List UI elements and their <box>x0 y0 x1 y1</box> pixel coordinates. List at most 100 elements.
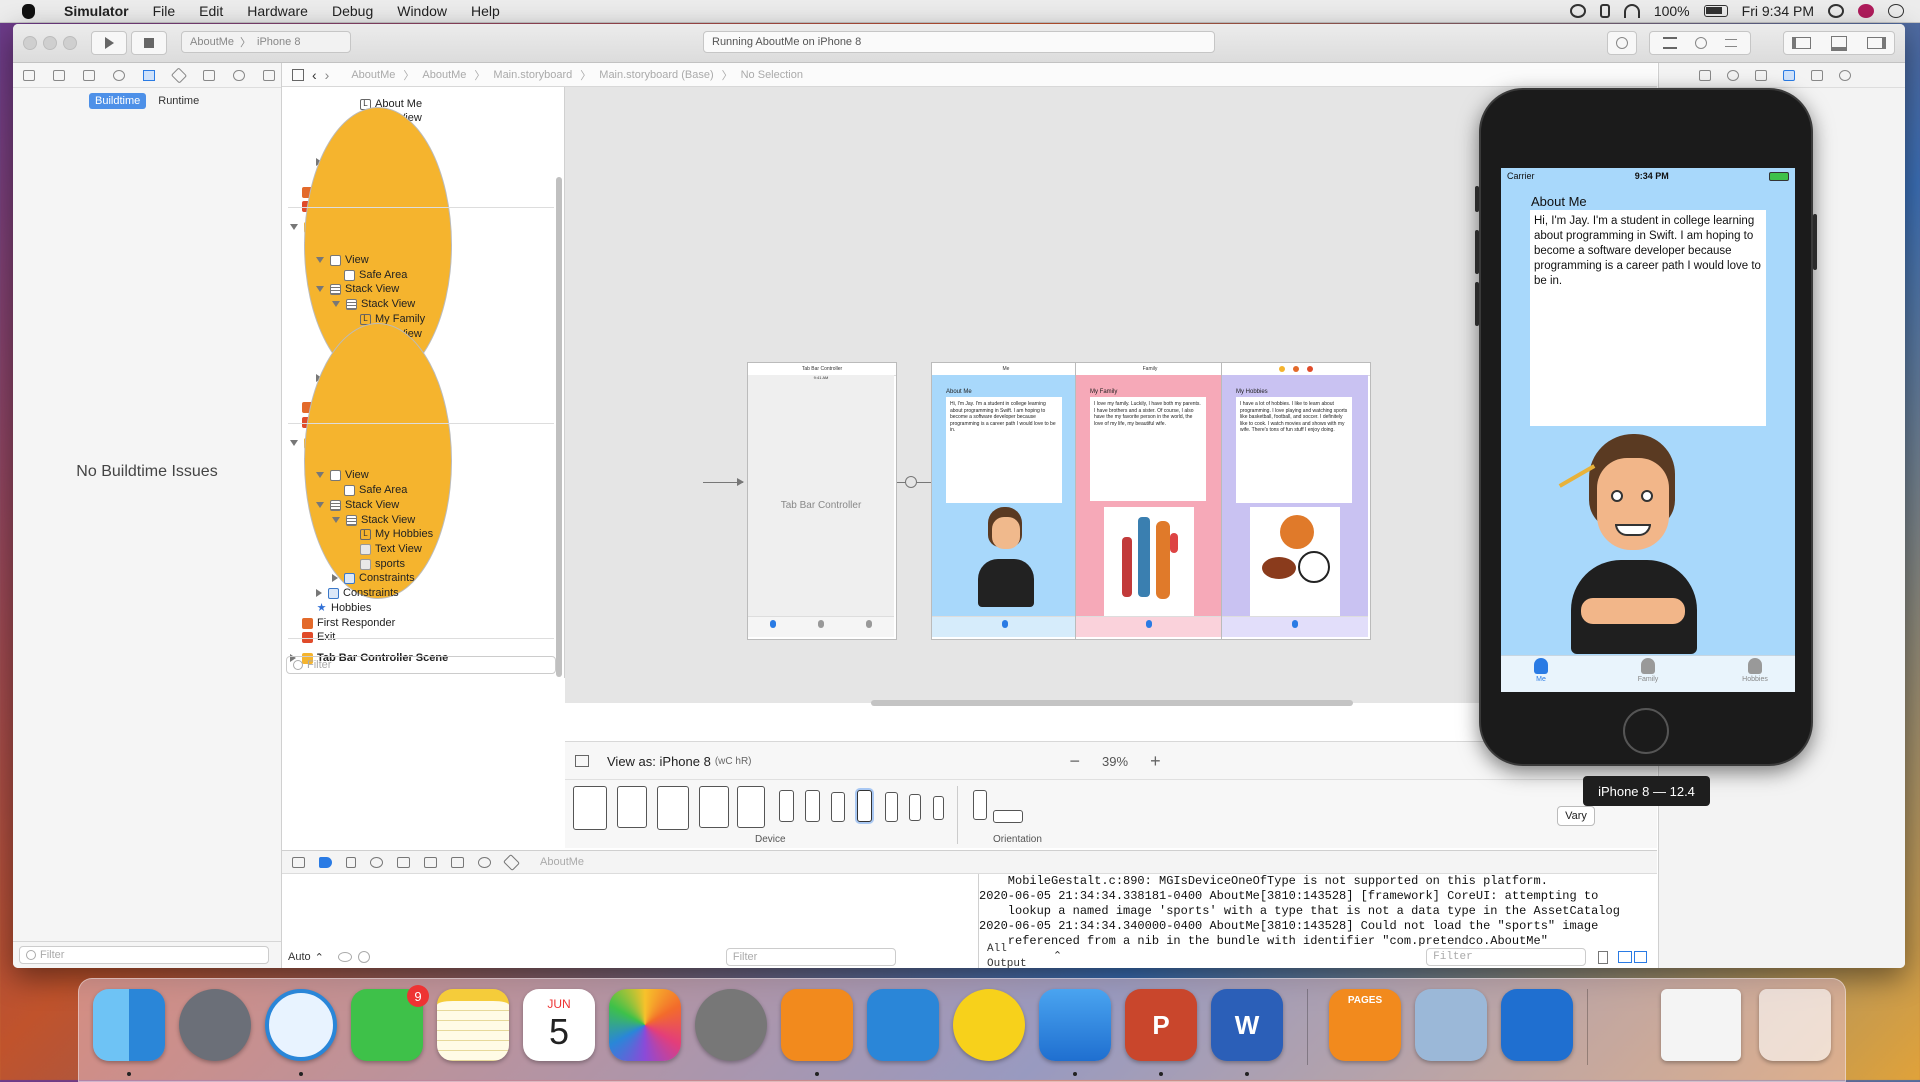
hobbies-text-view[interactable]: I have a lot of hobbies. I like to learn… <box>1236 397 1352 503</box>
norton-icon[interactable] <box>953 989 1025 1061</box>
mute-switch[interactable] <box>1475 186 1479 212</box>
disclosure-open-icon[interactable] <box>290 440 298 446</box>
device-ipad-pro-11[interactable] <box>617 786 647 828</box>
toggle-debug-icon[interactable] <box>1831 35 1847 51</box>
menu-hardware[interactable]: Hardware <box>235 3 320 19</box>
project-navigator-icon[interactable] <box>23 69 35 81</box>
breadcrumb-storyboard-base[interactable]: Main.storyboard (Base) <box>599 69 713 81</box>
safari-icon[interactable] <box>265 989 337 1061</box>
step-out-icon[interactable] <box>424 856 437 868</box>
tab-family[interactable]: Family <box>1618 658 1678 683</box>
assistant-editor-icon[interactable] <box>1695 37 1707 49</box>
console-filter-input[interactable]: Filter <box>1426 948 1587 966</box>
disclosure-open-icon[interactable] <box>316 502 324 508</box>
split-console-right-icon[interactable] <box>1633 951 1647 963</box>
orientation-portrait[interactable] <box>973 790 987 820</box>
disclosure-open-icon[interactable] <box>332 301 340 307</box>
minimized-window-icon[interactable] <box>1661 989 1741 1061</box>
zoom-out-button[interactable]: − <box>1070 751 1081 772</box>
symbol-navigator-icon[interactable] <box>83 69 95 81</box>
system-preferences-icon[interactable] <box>695 989 767 1061</box>
orientation-landscape[interactable] <box>993 810 1023 823</box>
run-button[interactable] <box>91 31 127 55</box>
sports-image[interactable] <box>1250 507 1340 617</box>
family-image[interactable] <box>1104 507 1194 617</box>
debug-navigator-icon[interactable] <box>203 69 215 81</box>
device-iphone-se[interactable] <box>909 794 921 821</box>
step-into-icon[interactable] <box>397 856 410 868</box>
device-iphone-8-plus[interactable] <box>857 790 872 822</box>
wifi-icon[interactable] <box>1623 4 1640 18</box>
search-icon[interactable] <box>1828 4 1844 18</box>
buildtime-tab[interactable]: Buildtime <box>89 93 147 109</box>
menu-debug[interactable]: Debug <box>320 3 385 19</box>
outline-filter-input[interactable]: Filter <box>286 656 556 674</box>
step-over-icon[interactable] <box>370 856 383 868</box>
trash-icon[interactable] <box>1759 989 1831 1061</box>
disclosure-open-icon[interactable] <box>332 517 340 523</box>
home-button[interactable] <box>1623 708 1669 754</box>
books-icon[interactable] <box>781 989 853 1061</box>
word-icon[interactable]: W <box>1211 989 1283 1061</box>
vary-for-traits-button[interactable]: Vary <box>1557 806 1595 826</box>
attributes-inspector-icon[interactable] <box>1783 69 1795 81</box>
device-iphone-xs-max[interactable] <box>779 790 794 822</box>
simulator-icon[interactable] <box>1501 989 1573 1061</box>
xcode-icon[interactable] <box>1039 989 1111 1061</box>
calendar-icon[interactable]: JUN 5 <box>523 989 595 1061</box>
apple-menu-icon[interactable] <box>18 0 38 22</box>
test-navigator-icon[interactable] <box>170 66 188 84</box>
check-circle-icon[interactable] <box>1569 4 1586 18</box>
breadcrumb-selection[interactable]: No Selection <box>741 69 803 81</box>
minimize-window-button[interactable] <box>43 36 57 50</box>
auto-scope-popup[interactable]: Auto <box>288 951 311 963</box>
pause-icon[interactable] <box>346 856 356 868</box>
info-icon[interactable] <box>357 951 370 963</box>
zoom-window-button[interactable] <box>63 36 77 50</box>
back-arrow-icon[interactable]: ‹ <box>312 67 317 83</box>
finder-icon[interactable] <box>93 989 165 1061</box>
menu-app-name[interactable]: Simulator <box>52 3 141 19</box>
memory-graph-icon[interactable] <box>478 856 491 868</box>
editor-mode-segment[interactable] <box>1649 31 1751 55</box>
disclosure-open-icon[interactable] <box>290 224 298 230</box>
breadcrumb-group[interactable]: AboutMe <box>422 69 466 81</box>
mypic-image[interactable] <box>1558 432 1697 654</box>
about-me-text-view[interactable]: Hi, I'm Jay. I'm a student in college le… <box>1530 210 1766 426</box>
preview-icon[interactable] <box>1415 989 1487 1061</box>
identity-inspector-icon[interactable] <box>1755 69 1767 81</box>
eye-icon[interactable] <box>337 952 352 962</box>
navigator-filter-input[interactable]: Filter <box>19 946 269 964</box>
version-editor-icon[interactable] <box>1725 39 1737 47</box>
notes-icon[interactable] <box>437 989 509 1061</box>
close-window-button[interactable] <box>23 36 37 50</box>
device-iphone-xr[interactable] <box>805 790 820 822</box>
library-button[interactable] <box>1607 31 1637 55</box>
disclosure-open-icon[interactable] <box>316 257 324 263</box>
view-hierarchy-icon[interactable] <box>451 856 464 868</box>
split-console-icon[interactable] <box>1618 951 1632 963</box>
size-inspector-icon[interactable] <box>1811 69 1823 81</box>
photos-icon[interactable] <box>609 989 681 1061</box>
app-store-icon[interactable] <box>867 989 939 1061</box>
tab-hobbies[interactable]: Hobbies <box>1725 658 1785 683</box>
me-scene[interactable]: Me About Me Hi, I'm Jay. I'm a student i… <box>931 362 1081 640</box>
forward-arrow-icon[interactable]: › <box>325 67 330 83</box>
outline-scrollbar[interactable] <box>556 177 562 677</box>
breadcrumb-storyboard[interactable]: Main.storyboard <box>493 69 572 81</box>
menu-edit[interactable]: Edit <box>187 3 235 19</box>
breakpoints-toggle-icon[interactable] <box>319 856 332 868</box>
view-as-label[interactable]: View as: iPhone 8 <box>607 754 711 769</box>
me-text-view[interactable]: Hi, I'm Jay. I'm a student in college le… <box>946 397 1062 503</box>
find-navigator-icon[interactable] <box>113 69 125 81</box>
disclosure-closed-icon[interactable] <box>332 574 338 582</box>
clock[interactable]: Fri 9:34 PM <box>1742 3 1814 19</box>
mypic-image[interactable] <box>974 507 1036 607</box>
scheme-selector[interactable]: AboutMe 〉 iPhone 8 <box>181 31 351 53</box>
toggle-outline-icon[interactable] <box>575 755 589 767</box>
outline-row[interactable]: Exit <box>290 628 335 646</box>
runtime-tab[interactable]: Runtime <box>152 93 205 109</box>
stop-button[interactable] <box>131 31 167 55</box>
hide-debug-area-icon[interactable] <box>292 856 305 868</box>
powerpoint-icon[interactable]: P <box>1125 989 1197 1061</box>
